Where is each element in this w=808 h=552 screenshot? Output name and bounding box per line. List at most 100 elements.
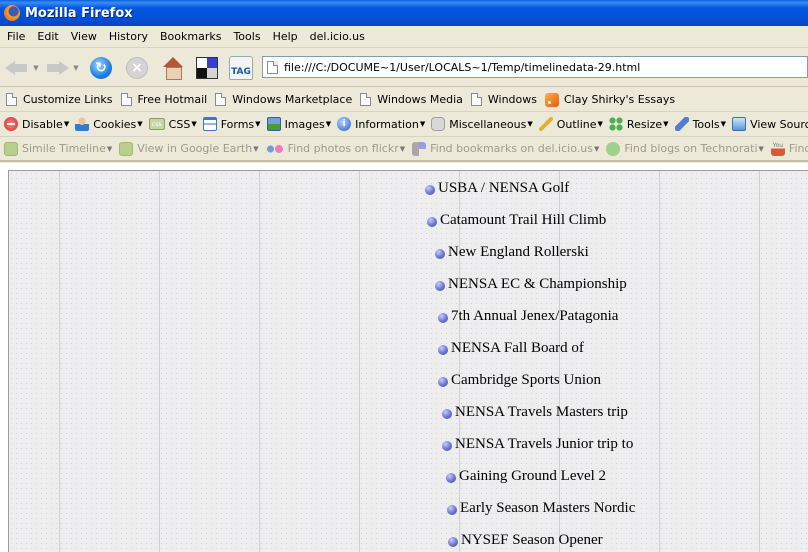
forward-history-dropdown[interactable]: ▼	[72, 64, 80, 72]
event-label[interactable]: 7th Annual Jenex/Patagonia	[451, 308, 618, 325]
dev-images-menu[interactable]: Images ▼	[266, 117, 331, 131]
dev-css-menu[interactable]: css CSS ▼	[148, 118, 197, 131]
menu-help[interactable]: Help	[268, 30, 303, 43]
dropdown-arrow-icon: ▼	[419, 120, 426, 128]
menu-delicious[interactable]: del.icio.us	[305, 30, 370, 43]
dev-menu-label: Cookies	[93, 117, 137, 131]
dropdown-arrow-icon: ▼	[137, 120, 143, 128]
timeline-event[interactable]: Gaining Ground Level 2	[446, 468, 606, 485]
menu-edit[interactable]: Edit	[32, 30, 63, 43]
timeline-event[interactable]: Early Season Masters Nordic	[447, 500, 635, 517]
event-label[interactable]: Early Season Masters Nordic	[460, 500, 635, 517]
dev-cookies-menu[interactable]: Cookies ▼	[75, 117, 143, 131]
dev-miscellaneous-menu[interactable]: Miscellaneous ▼	[431, 117, 533, 131]
back-history-dropdown[interactable]: ▼	[32, 64, 40, 72]
event-marker-icon	[438, 313, 448, 323]
ext-simile-timeline[interactable]: Simile Timeline ▼	[4, 141, 112, 156]
dropdown-arrow-icon: ▼	[399, 144, 406, 153]
tag-button[interactable]: TAG	[228, 55, 254, 81]
menu-history[interactable]: History	[104, 30, 153, 43]
bookmark-clay-shirky-essays[interactable]: Clay Shirky's Essays	[545, 92, 675, 107]
dev-resize-menu[interactable]: Resize ▼	[608, 117, 669, 131]
timeline-event[interactable]: Cambridge Sports Union	[438, 372, 601, 389]
event-label[interactable]: New England Rollerski	[448, 244, 589, 261]
dev-disable-menu[interactable]: Disable ▼	[4, 117, 69, 131]
ext-flickr[interactable]: Find photos on flickr ▼	[265, 141, 406, 156]
event-label[interactable]: Gaining Ground Level 2	[459, 468, 606, 485]
simile-icon	[4, 141, 18, 156]
delicious-icon	[196, 56, 218, 79]
dev-menu-label: Images	[284, 117, 325, 131]
url-input[interactable]: file:///C:/DOCUME~1/User/LOCALS~1/Temp/t…	[284, 61, 640, 74]
timeline-grid-line	[159, 171, 160, 552]
timeline-grid-line	[359, 171, 360, 552]
cookies-icon	[75, 117, 90, 131]
timeline-event[interactable]: NENSA Travels Masters trip	[442, 404, 628, 421]
event-marker-icon	[438, 377, 448, 387]
forward-button[interactable]	[44, 55, 70, 81]
menu-view[interactable]: View	[66, 30, 102, 43]
information-icon: i	[337, 117, 352, 131]
event-marker-icon	[447, 505, 457, 515]
page-icon	[360, 93, 372, 106]
dropdown-arrow-icon: ▼	[593, 144, 600, 153]
event-label[interactable]: USBA / NENSA Golf	[438, 180, 569, 197]
bookmark-customize-links[interactable]: Customize Links	[6, 93, 113, 106]
page-icon	[470, 93, 482, 106]
event-label[interactable]: NENSA Fall Board of	[451, 340, 584, 357]
back-button[interactable]	[4, 55, 30, 81]
event-marker-icon	[442, 409, 452, 419]
ext-delicious-bookmarks[interactable]: Find bookmarks on del.icio.us ▼	[412, 141, 600, 156]
tag-icon: TAG	[229, 55, 253, 80]
timeline-event[interactable]: Catamount Trail Hill Climb	[427, 212, 606, 229]
event-label[interactable]: Catamount Trail Hill Climb	[440, 212, 606, 229]
dev-tools-menu[interactable]: Tools ▼	[674, 117, 726, 131]
ext-technorati[interactable]: Find blogs on Technorati ▼	[606, 141, 764, 156]
dropdown-arrow-icon: ▼	[758, 144, 764, 153]
dev-menu-label: Outline	[556, 117, 597, 131]
event-label[interactable]: NYSEF Season Opener	[461, 532, 603, 549]
dev-view-source-menu[interactable]: View Source▼	[732, 117, 808, 131]
menu-tools[interactable]: Tools	[228, 30, 265, 43]
reload-button[interactable]: ↻	[88, 55, 114, 81]
event-label[interactable]: NENSA EC & Championship	[448, 276, 627, 293]
bookmark-windows[interactable]: Windows	[470, 93, 537, 106]
semantic-web-toolbar: Simile Timeline ▼ View in Google Earth ▼ F…	[0, 137, 808, 162]
timeline-event[interactable]: 7th Annual Jenex/Patagonia	[438, 308, 618, 325]
dev-outline-menu[interactable]: Outline ▼	[538, 117, 603, 131]
ext-youtube[interactable]: YouFind videos on YouTube	[770, 141, 808, 156]
event-label[interactable]: NENSA Travels Masters trip	[455, 404, 628, 421]
dev-menu-label: View Source	[750, 117, 808, 131]
timeline-event[interactable]: NENSA Travels Junior trip to	[442, 436, 633, 453]
menu-bar: File Edit View History Bookmarks Tools H…	[0, 26, 808, 48]
url-bar[interactable]: file:///C:/DOCUME~1/User/LOCALS~1/Temp/t…	[262, 56, 808, 78]
outline-icon	[538, 117, 553, 131]
timeline-grid-line	[759, 171, 760, 552]
ext-google-earth[interactable]: View in Google Earth ▼	[119, 141, 259, 156]
bookmark-windows-marketplace[interactable]: Windows Marketplace	[215, 93, 352, 106]
dropdown-arrow-icon: ▼	[191, 120, 197, 128]
dev-information-menu[interactable]: i Information ▼	[337, 117, 425, 131]
timeline-event[interactable]: NYSEF Season Opener	[448, 532, 603, 549]
timeline-event[interactable]: NENSA Fall Board of	[438, 340, 584, 357]
stop-button[interactable]: ×	[124, 55, 150, 81]
event-label[interactable]: NENSA Travels Junior trip to	[455, 436, 633, 453]
delicious-button[interactable]	[194, 55, 220, 81]
menu-bookmarks[interactable]: Bookmarks	[155, 30, 226, 43]
menu-file[interactable]: File	[2, 30, 30, 43]
dev-forms-menu[interactable]: Forms ▼	[202, 117, 261, 131]
view-source-icon	[732, 117, 747, 131]
page-icon	[6, 93, 17, 106]
event-label[interactable]: Cambridge Sports Union	[451, 372, 601, 389]
home-button[interactable]	[160, 55, 186, 81]
web-developer-toolbar: Disable ▼ Cookies ▼ css CSS ▼ Forms ▼ Images ▼…	[0, 112, 808, 137]
timeline-event[interactable]: USBA / NENSA Golf	[425, 180, 569, 197]
bookmark-free-hotmail[interactable]: Free Hotmail	[120, 93, 207, 106]
timeline-event[interactable]: New England Rollerski	[435, 244, 589, 261]
window-title: Mozilla Firefox	[25, 5, 133, 21]
bookmark-windows-media[interactable]: Windows Media	[360, 93, 463, 106]
event-marker-icon	[425, 185, 435, 195]
timeline-event[interactable]: NENSA EC & Championship	[435, 276, 627, 293]
timeline-band[interactable]: USBA / NENSA Golf Catamount Trail Hill C…	[8, 170, 808, 552]
forward-arrow-icon	[45, 58, 69, 78]
